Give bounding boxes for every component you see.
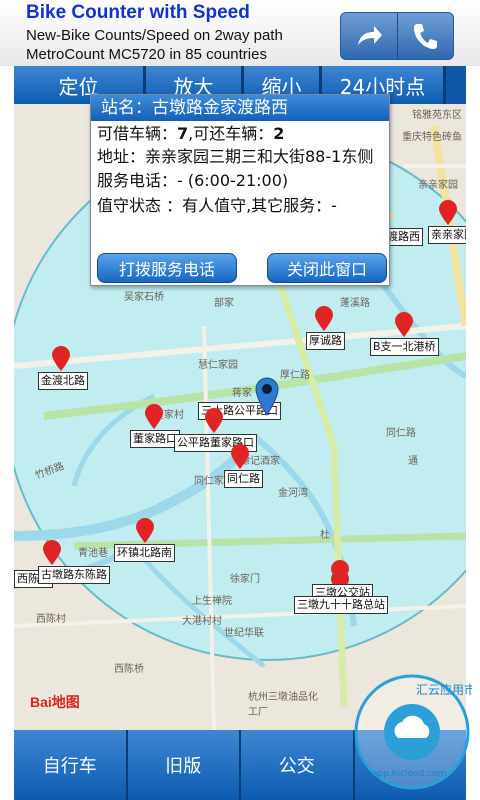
station-marker-icon[interactable] xyxy=(438,200,458,226)
map-label: 西陈村 xyxy=(36,614,66,625)
ad-action-buttons xyxy=(340,12,454,60)
station-marker-icon[interactable] xyxy=(144,404,164,430)
left-edge xyxy=(0,66,14,800)
ad-line-1: New-Bike Counts/Speed on 2way path xyxy=(26,27,283,44)
return-label: ,可还车辆： xyxy=(188,124,274,143)
map-label: 徐家门 xyxy=(230,574,260,585)
phone-button[interactable] xyxy=(398,13,454,59)
map-label: 青池巷 xyxy=(78,548,108,559)
station-label[interactable]: 董家路口 xyxy=(130,430,180,448)
map-label: 蓬溪路 xyxy=(340,298,370,309)
map-label: 慧仁家园 xyxy=(198,360,238,371)
station-marker-icon[interactable] xyxy=(204,408,224,434)
popup-address: 地址：亲亲家园三期三和大街88-1东侧 xyxy=(97,147,374,166)
call-service-button[interactable]: 打拨服务电话 xyxy=(97,253,237,283)
map-label: 世纪华联 xyxy=(224,628,264,639)
station-marker-icon[interactable] xyxy=(51,346,71,372)
map-label: 杭州三墩油品化工厂 xyxy=(248,692,318,718)
station-marker-icon[interactable] xyxy=(230,444,250,470)
watermark-url: app.hicloud.com xyxy=(372,769,446,779)
station-marker-icon[interactable] xyxy=(394,312,414,338)
station-label[interactable]: 同仁路 xyxy=(224,470,263,488)
baidu-logo-text: Bai地图 xyxy=(30,694,80,710)
station-label[interactable]: 环镇北路南 xyxy=(114,544,175,562)
station-marker-icon[interactable] xyxy=(314,306,334,332)
map-label: 厚仁路 xyxy=(280,370,310,381)
station-marker-icon[interactable] xyxy=(42,540,62,566)
tab-bus[interactable]: 公交 xyxy=(241,730,355,800)
hicloud-watermark-icon: 汇云应用市场 app.hicloud.com xyxy=(354,674,472,790)
map-label: 铭雅苑东区 xyxy=(412,110,462,121)
station-label[interactable]: 厚诚路 xyxy=(306,332,345,350)
popup-phone: 服务电话：- (6:00-21:00) xyxy=(97,171,289,190)
map-label: 吴家石桥 xyxy=(124,292,164,303)
return-count: 2 xyxy=(273,124,285,143)
baidu-map-logo: Bai地图 xyxy=(30,692,80,712)
popup-availability: 可借车辆：7,可还车辆：2 xyxy=(91,121,389,146)
map-label: 蒋家 xyxy=(232,388,252,399)
map-label: 杜 xyxy=(320,530,330,541)
map-label: 部家 xyxy=(214,298,234,309)
station-info-popup: 站名：古墩路金家渡路西 可借车辆：7,可还车辆：2 地址：亲亲家园三期三和大街8… xyxy=(90,94,390,286)
station-label[interactable]: 三墩九十十路总站 xyxy=(294,596,388,614)
station-label[interactable]: 亲亲家园 xyxy=(428,226,466,244)
map-label: 上生禅院 xyxy=(192,596,232,607)
map-label: 金河湾 xyxy=(278,488,308,499)
station-label[interactable]: B支一北港桥 xyxy=(370,338,439,356)
app-root: Bike Counter with Speed New-Bike Counts/… xyxy=(0,0,480,800)
station-label[interactable]: 金渡北路 xyxy=(38,372,88,390)
station-marker-icon[interactable] xyxy=(135,518,155,544)
tab-old-version[interactable]: 旧版 xyxy=(127,730,241,800)
map-label: 西陈桥 xyxy=(114,664,144,675)
watermark-text: 汇云应用市场 xyxy=(416,682,472,697)
borrow-count: 7 xyxy=(177,124,189,143)
toolbar-spacer xyxy=(446,66,466,104)
map-label: 通 xyxy=(408,456,418,467)
map-label: 大港村村 xyxy=(182,616,222,627)
phone-icon xyxy=(414,24,438,49)
station-label[interactable]: 古墩路东陈路 xyxy=(38,566,110,584)
ad-title: Bike Counter with Speed xyxy=(26,2,250,23)
tab-bike[interactable]: 自行车 xyxy=(14,730,128,800)
current-location-icon xyxy=(255,377,279,416)
ad-line-2: MetroCount MC5720 in 85 countries xyxy=(26,46,267,63)
borrow-label: 可借车辆： xyxy=(97,124,178,143)
map-label: 重庆特色砖鱼 xyxy=(402,132,462,143)
share-arrow-icon xyxy=(357,26,382,45)
ad-banner[interactable]: Bike Counter with Speed New-Bike Counts/… xyxy=(0,0,480,67)
map-label: 同仁路 xyxy=(386,428,416,439)
share-button[interactable] xyxy=(341,13,398,59)
popup-status: 值守状态 ：有人值守,其它服务：- xyxy=(97,196,337,215)
map-label: 亲亲家园 xyxy=(418,180,458,191)
close-popup-button[interactable]: 关闭此窗口 xyxy=(267,253,387,283)
popup-title: 站名：古墩路金家渡路西 xyxy=(91,95,389,121)
